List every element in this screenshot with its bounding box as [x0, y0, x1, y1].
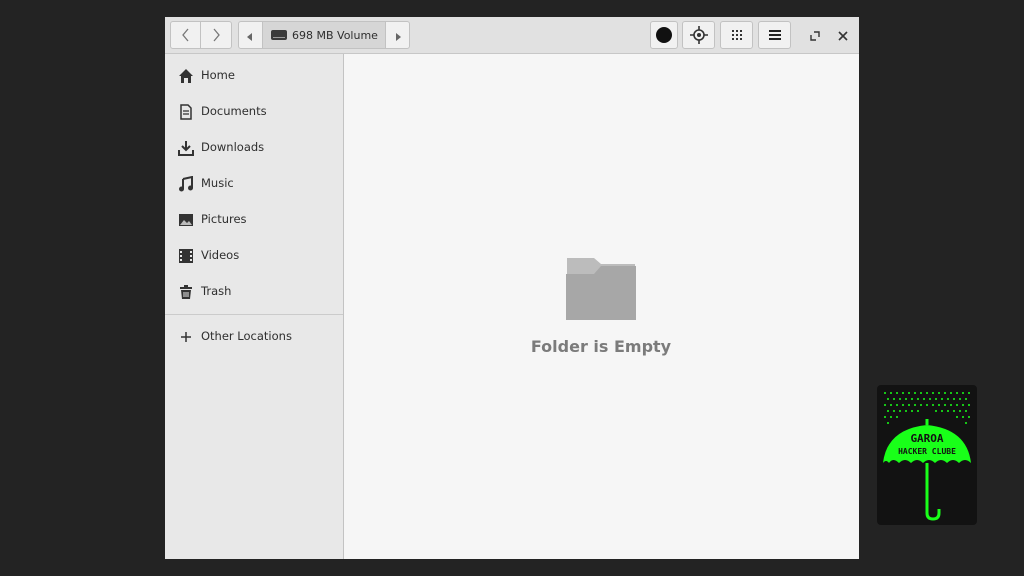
- close-icon: [838, 26, 848, 45]
- trash-icon: [178, 284, 194, 300]
- video-icon: [178, 248, 194, 264]
- sidebar: Home Documents Downloads Music Pictures: [165, 54, 344, 559]
- download-icon: [178, 140, 194, 156]
- close-window-button[interactable]: [829, 21, 857, 49]
- file-view[interactable]: Folder is Empty: [345, 54, 859, 559]
- sidebar-item-downloads[interactable]: Downloads: [165, 133, 343, 163]
- crosshair-icon: [689, 26, 708, 44]
- picture-icon: [178, 212, 194, 228]
- chevron-left-icon: [181, 28, 191, 42]
- garoa-hacker-clube-logo: GAROA HACKER CLUBE: [877, 385, 977, 525]
- sidebar-item-label: Music: [201, 176, 234, 190]
- path-scroll-right-button[interactable]: [387, 22, 409, 48]
- sidebar-item-label: Documents: [201, 104, 267, 118]
- header-bar: 698 MB Volume: [165, 17, 859, 54]
- sidebar-item-home[interactable]: Home: [165, 61, 343, 91]
- menu-button[interactable]: [758, 21, 791, 49]
- folder-icon: [566, 258, 636, 324]
- triangle-right-icon: [395, 26, 401, 45]
- file-manager-window: 698 MB Volume Home Documents Downloads M…: [165, 17, 859, 559]
- sidebar-item-trash[interactable]: Trash: [165, 277, 343, 307]
- logo-text-line2: HACKER CLUBE: [898, 447, 956, 456]
- hamburger-menu-icon: [768, 30, 781, 40]
- forward-button[interactable]: [200, 21, 232, 49]
- plus-icon: [178, 329, 194, 345]
- logo-text-line1: GAROA: [910, 432, 943, 445]
- path-volume-button[interactable]: 698 MB Volume: [262, 22, 386, 48]
- music-icon: [178, 175, 194, 192]
- sidebar-item-label: Other Locations: [201, 329, 292, 343]
- home-icon: [178, 68, 194, 84]
- record-icon: [655, 26, 673, 44]
- sidebar-item-other-locations[interactable]: Other Locations: [165, 322, 343, 352]
- locate-button[interactable]: [682, 21, 715, 49]
- drive-icon: [271, 26, 287, 45]
- sidebar-item-label: Trash: [201, 284, 232, 298]
- path-bar: 698 MB Volume: [238, 21, 410, 49]
- triangle-left-icon: [247, 26, 253, 45]
- record-button[interactable]: [650, 21, 678, 49]
- chevron-right-icon: [211, 28, 221, 42]
- back-button[interactable]: [170, 21, 201, 49]
- empty-folder-message: Folder is Empty: [530, 337, 672, 356]
- sidebar-item-videos[interactable]: Videos: [165, 241, 343, 271]
- sidebar-item-label: Home: [201, 68, 235, 82]
- sidebar-item-pictures[interactable]: Pictures: [165, 205, 343, 235]
- view-toggle-button[interactable]: [720, 21, 753, 49]
- sidebar-item-label: Pictures: [201, 212, 247, 226]
- restore-window-button[interactable]: [801, 21, 829, 49]
- sidebar-item-label: Downloads: [201, 140, 265, 154]
- sidebar-separator: [165, 314, 343, 315]
- sidebar-item-label: Videos: [201, 248, 240, 262]
- sidebar-item-documents[interactable]: Documents: [165, 97, 343, 127]
- grid-view-icon: [731, 29, 743, 41]
- sidebar-item-music[interactable]: Music: [165, 169, 343, 199]
- path-scroll-left-button[interactable]: [239, 22, 261, 48]
- restore-icon: [810, 26, 820, 45]
- document-icon: [178, 104, 194, 120]
- volume-label: 698 MB Volume: [292, 28, 378, 42]
